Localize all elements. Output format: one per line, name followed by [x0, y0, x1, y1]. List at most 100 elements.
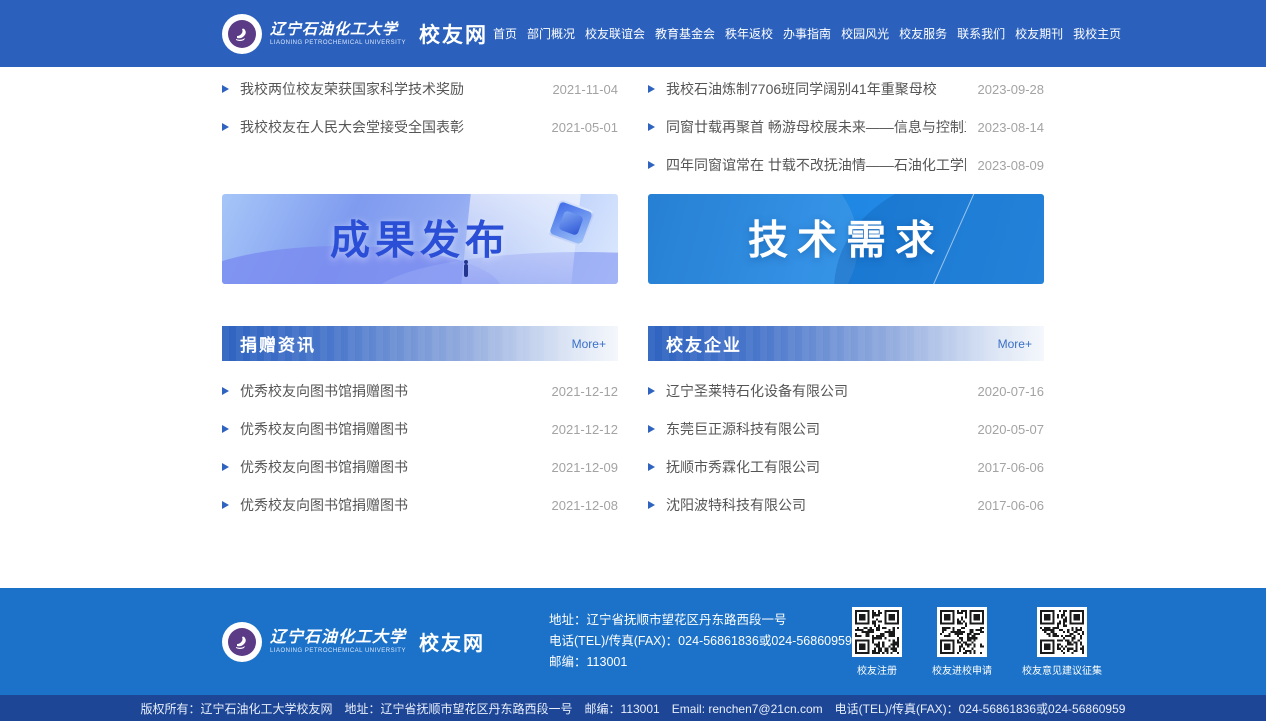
enterprise-more-link[interactable]: More+: [998, 337, 1032, 351]
news-item[interactable]: 优秀校友向图书馆捐赠图书 2021-12-12: [222, 372, 618, 410]
nav-item-contact-us[interactable]: 联系我们: [952, 25, 1010, 42]
news-list-right: 我校石油炼制7706班同学阔别41年重聚母校 2023-09-28 同窗廿载再聚…: [648, 67, 1044, 184]
news-date: 2021-12-09: [552, 460, 619, 475]
footer-zip: 邮编：113001: [549, 652, 852, 673]
news-item[interactable]: 四年同窗谊常在 廿载不改抚油情——石油化工学院化... 2023-08-09: [648, 146, 1044, 184]
qr-label: 校友进校申请: [932, 662, 992, 677]
news-list-left: 我校两位校友荣获国家科学技术奖励 2021-11-04 我校校友在人民大会堂接受…: [222, 67, 618, 146]
news-title: 东莞巨正源科技有限公司: [666, 419, 966, 439]
news-item[interactable]: 优秀校友向图书馆捐赠图书 2021-12-12: [222, 410, 618, 448]
news-title: 优秀校友向图书馆捐赠图书: [240, 457, 540, 477]
news-item[interactable]: 我校石油炼制7706班同学阔别41年重聚母校 2023-09-28: [648, 70, 1044, 108]
news-date: 2023-08-09: [978, 158, 1045, 173]
nav-item-alumni-services[interactable]: 校友服务: [894, 25, 952, 42]
news-date: 2017-06-06: [978, 460, 1045, 475]
news-date: 2021-05-01: [552, 120, 619, 135]
footer-phone: 电话(TEL)/传真(FAX)：024-56861836或024-5686095…: [549, 631, 852, 652]
person-silhouette-icon: [464, 264, 468, 277]
site-title: 校友网: [419, 627, 485, 656]
nav-item-anniversary-return[interactable]: 秩年返校: [720, 25, 778, 42]
bullet-triangle-icon: [222, 501, 229, 509]
swan-icon: [228, 628, 256, 656]
news-title: 辽宁圣莱特石化设备有限公司: [666, 381, 966, 401]
university-name: 辽宁石油化工大学: [270, 22, 406, 37]
banner-label: 技术需求: [648, 208, 1044, 266]
qr-item: 校友进校申请: [932, 607, 992, 677]
bullet-triangle-icon: [222, 387, 229, 395]
news-date: 2017-06-06: [978, 498, 1045, 513]
news-title: 四年同窗谊常在 廿载不改抚油情——石油化工学院化...: [666, 155, 966, 175]
bullet-triangle-icon: [222, 85, 229, 93]
main-menu: 首页 部门概况 校友联谊会 教育基金会 秩年返校 办事指南 校园风光 校友服务 …: [488, 25, 1126, 42]
nav-item-university-home[interactable]: 我校主页: [1068, 25, 1126, 42]
nav-item-education-foundation[interactable]: 教育基金会: [650, 25, 720, 42]
qr-code-feedback: [1037, 607, 1087, 657]
news-item[interactable]: 优秀校友向图书馆捐赠图书 2021-12-09: [222, 448, 618, 486]
news-item[interactable]: 辽宁圣莱特石化设备有限公司 2020-07-16: [648, 372, 1044, 410]
footer-brand: 辽宁石油化工大学 LIAONING PETROCHEMICAL UNIVERSI…: [222, 622, 485, 662]
qr-label: 校友注册: [857, 662, 897, 677]
donation-more-link[interactable]: More+: [572, 337, 606, 351]
bullet-triangle-icon: [222, 463, 229, 471]
news-title: 优秀校友向图书馆捐赠图书: [240, 381, 540, 401]
qr-code-register: [852, 607, 902, 657]
bullet-triangle-icon: [648, 85, 655, 93]
news-date: 2021-12-08: [552, 498, 619, 513]
bullet-triangle-icon: [648, 463, 655, 471]
enterprise-section: 校友企业 More+ 辽宁圣莱特石化设备有限公司 2020-07-16 东莞巨正…: [648, 326, 1044, 524]
swan-icon: [228, 20, 256, 48]
nav-item-alumni-association[interactable]: 校友联谊会: [580, 25, 650, 42]
bullet-triangle-icon: [648, 123, 655, 131]
brand-logo-link[interactable]: 辽宁石油化工大学 LIAONING PETROCHEMICAL UNIVERSI…: [222, 14, 488, 54]
copyright-bar: 版权所有：辽宁石油化工大学校友网 地址：辽宁省抚顺市望花区丹东路西段一号 邮编：…: [0, 695, 1266, 721]
bullet-triangle-icon: [648, 161, 655, 169]
footer-address: 地址：辽宁省抚顺市望花区丹东路西段一号: [549, 610, 852, 631]
news-item[interactable]: 同窗廿载再聚首 畅游母校展未来——信息与控制工程... 2023-08-14: [648, 108, 1044, 146]
section-title: 捐赠资讯: [240, 331, 316, 356]
enterprise-list: 辽宁圣莱特石化设备有限公司 2020-07-16 东莞巨正源科技有限公司 202…: [648, 361, 1044, 524]
news-item[interactable]: 我校校友在人民大会堂接受全国表彰 2021-05-01: [222, 108, 618, 146]
section-header-enterprise: 校友企业 More+: [648, 326, 1044, 361]
nav-item-home[interactable]: 首页: [488, 25, 522, 42]
news-title: 抚顺市秀霖化工有限公司: [666, 457, 966, 477]
news-title: 优秀校友向图书馆捐赠图书: [240, 495, 540, 515]
news-item[interactable]: 优秀校友向图书馆捐赠图书 2021-12-08: [222, 486, 618, 524]
main-content: 我校两位校友荣获国家科学技术奖励 2021-11-04 我校校友在人民大会堂接受…: [0, 67, 1266, 588]
news-date: 2021-12-12: [552, 422, 619, 437]
site-title: 校友网: [419, 19, 488, 49]
news-date: 2023-09-28: [978, 82, 1045, 97]
section-title: 校友企业: [666, 331, 742, 356]
qr-item: 校友注册: [852, 607, 902, 677]
news-title: 我校校友在人民大会堂接受全国表彰: [240, 117, 540, 137]
footer-contact-info: 地址：辽宁省抚顺市望花区丹东路西段一号 电话(TEL)/传真(FAX)：024-…: [549, 610, 852, 673]
news-item[interactable]: 抚顺市秀霖化工有限公司 2017-06-06: [648, 448, 1044, 486]
qr-item: 校友意见建议征集: [1022, 607, 1102, 677]
news-date: 2021-11-04: [552, 82, 618, 97]
donation-list: 优秀校友向图书馆捐赠图书 2021-12-12 优秀校友向图书馆捐赠图书 202…: [222, 361, 618, 524]
news-title: 同窗廿载再聚首 畅游母校展未来——信息与控制工程...: [666, 117, 966, 137]
bullet-triangle-icon: [648, 425, 655, 433]
news-date: 2020-05-07: [978, 422, 1045, 437]
university-seal-logo: [222, 14, 262, 54]
nav-item-guide[interactable]: 办事指南: [778, 25, 836, 42]
news-date: 2021-12-12: [552, 384, 619, 399]
nav-item-campus-scenery[interactable]: 校园风光: [836, 25, 894, 42]
copyright-text: 版权所有：辽宁石油化工大学校友网 地址：辽宁省抚顺市望花区丹东路西段一号 邮编：…: [141, 700, 1126, 717]
top-navbar: 辽宁石油化工大学 LIAONING PETROCHEMICAL UNIVERSI…: [0, 0, 1266, 67]
news-title: 沈阳波特科技有限公司: [666, 495, 966, 515]
news-title: 优秀校友向图书馆捐赠图书: [240, 419, 540, 439]
news-title: 我校石油炼制7706班同学阔别41年重聚母校: [666, 79, 966, 99]
banner-label: 成果发布: [222, 208, 618, 266]
banner-tech-requirements[interactable]: 技术需求: [648, 194, 1044, 284]
nav-item-departments[interactable]: 部门概况: [522, 25, 580, 42]
qr-code-entry-application: [937, 607, 987, 657]
news-title: 我校两位校友荣获国家科学技术奖励: [240, 79, 540, 99]
nav-item-alumni-journal[interactable]: 校友期刊: [1010, 25, 1068, 42]
news-item[interactable]: 我校两位校友荣获国家科学技术奖励 2021-11-04: [222, 70, 618, 108]
news-item[interactable]: 沈阳波特科技有限公司 2017-06-06: [648, 486, 1044, 524]
footer: 辽宁石油化工大学 LIAONING PETROCHEMICAL UNIVERSI…: [0, 588, 1266, 695]
banner-achievement-release[interactable]: 成果发布: [222, 194, 618, 284]
bullet-triangle-icon: [648, 387, 655, 395]
section-header-donation: 捐赠资讯 More+: [222, 326, 618, 361]
news-item[interactable]: 东莞巨正源科技有限公司 2020-05-07: [648, 410, 1044, 448]
